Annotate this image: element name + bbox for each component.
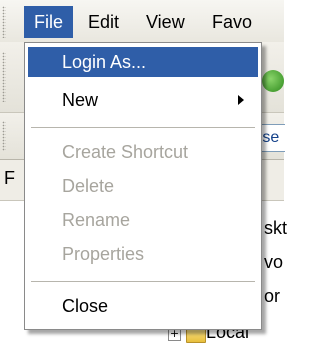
menu-item-login-as[interactable]: Login As...: [28, 47, 258, 77]
menu-bar: File Edit View Favo: [0, 0, 284, 43]
menu-favorites[interactable]: Favo: [202, 6, 262, 38]
menu-edit[interactable]: Edit: [78, 6, 129, 38]
menu-item-properties[interactable]: Properties: [28, 239, 258, 269]
menu-item-new[interactable]: New: [28, 85, 258, 115]
menu-file[interactable]: File: [24, 6, 74, 38]
menu-separator: [31, 127, 255, 129]
submenu-arrow-icon: [238, 95, 244, 105]
menu-item-rename[interactable]: Rename: [28, 205, 258, 235]
file-menu-dropdown: Login As... New Create Shortcut Delete R…: [24, 42, 262, 330]
toolbar-grip[interactable]: [2, 121, 6, 151]
menu-item-create-shortcut[interactable]: Create Shortcut: [28, 137, 258, 167]
menu-item-close[interactable]: Close: [28, 291, 258, 321]
menu-view[interactable]: View: [136, 6, 195, 38]
tree-item[interactable]: or: [264, 286, 280, 307]
toolbar-grip[interactable]: [2, 6, 6, 38]
menu-item-delete[interactable]: Delete: [28, 171, 258, 201]
go-icon[interactable]: [262, 70, 284, 92]
menu-item-new-label: New: [62, 90, 99, 110]
menu-separator: [31, 281, 255, 283]
toolbar-grip[interactable]: [2, 52, 6, 102]
tree-item[interactable]: vo: [264, 252, 283, 273]
tree-item[interactable]: skt: [264, 218, 287, 239]
pane-label: F: [4, 168, 15, 188]
